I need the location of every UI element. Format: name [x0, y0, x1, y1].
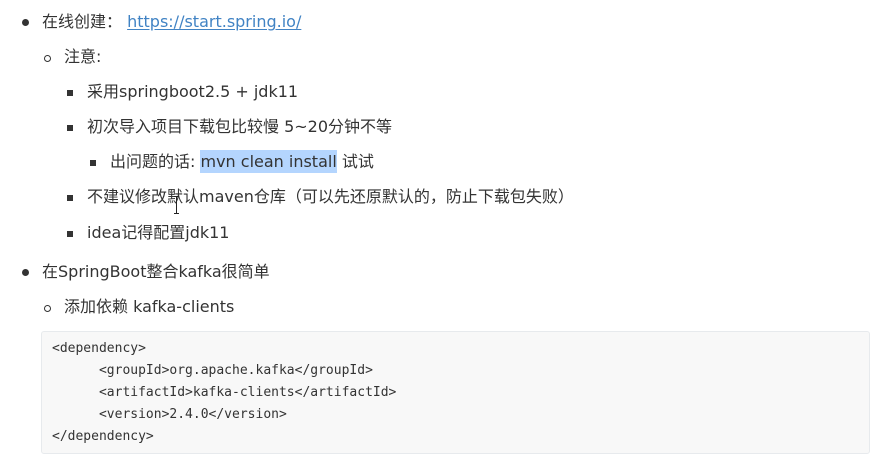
troubleshoot-suffix: 试试	[336, 152, 374, 171]
list-item-idea-jdk: idea记得配置jdk11	[87, 223, 230, 242]
troubleshoot-prefix: 出问题的话:	[110, 152, 201, 171]
code-line: <dependency>	[52, 341, 146, 356]
list-item-springboot-version: 采用springboot2.5 + jdk11	[87, 82, 299, 101]
bullet-disc	[22, 269, 29, 276]
code-line: </dependency>	[52, 429, 154, 444]
bullet-square	[90, 160, 96, 166]
list-item-add-dependency: 添加依赖 kafka-clients	[64, 297, 235, 316]
code-line: <artifactId>kafka-clients</artifactId>	[52, 385, 397, 400]
selected-command-text[interactable]: mvn clean install	[200, 150, 337, 173]
bullet-circle	[44, 55, 51, 62]
bullet-disc	[22, 19, 29, 26]
bullet-square	[67, 231, 73, 237]
list-item-springboot-kafka: 在SpringBoot整合kafka很简单	[42, 262, 270, 281]
bullet-circle	[44, 305, 51, 312]
code-line: <groupId>org.apache.kafka</groupId>	[52, 363, 373, 378]
online-create-label: 在线创建：	[42, 12, 123, 31]
spring-initializr-link[interactable]: https://start.spring.io/	[127, 12, 301, 31]
list-item-download-slow: 初次导入项目下载包比较慢 5~20分钟不等	[87, 117, 393, 136]
list-item-troubleshoot: 出问题的话: mvn clean install 试试	[110, 150, 374, 174]
bullet-square	[67, 125, 73, 131]
list-item-note: 注意:	[64, 47, 102, 66]
text-cursor-icon	[174, 196, 180, 214]
bullet-square	[67, 90, 73, 96]
code-line: <version>2.4.0</version>	[52, 407, 287, 422]
code-block[interactable]: <dependency> <groupId>org.apache.kafka</…	[41, 331, 870, 454]
list-item-maven-repo: 不建议修改默认maven仓库（可以先还原默认的，防止下载包失败）	[87, 187, 574, 206]
list-item-online-create: 在线创建： https://start.spring.io/	[42, 10, 301, 34]
bullet-square	[67, 195, 73, 201]
